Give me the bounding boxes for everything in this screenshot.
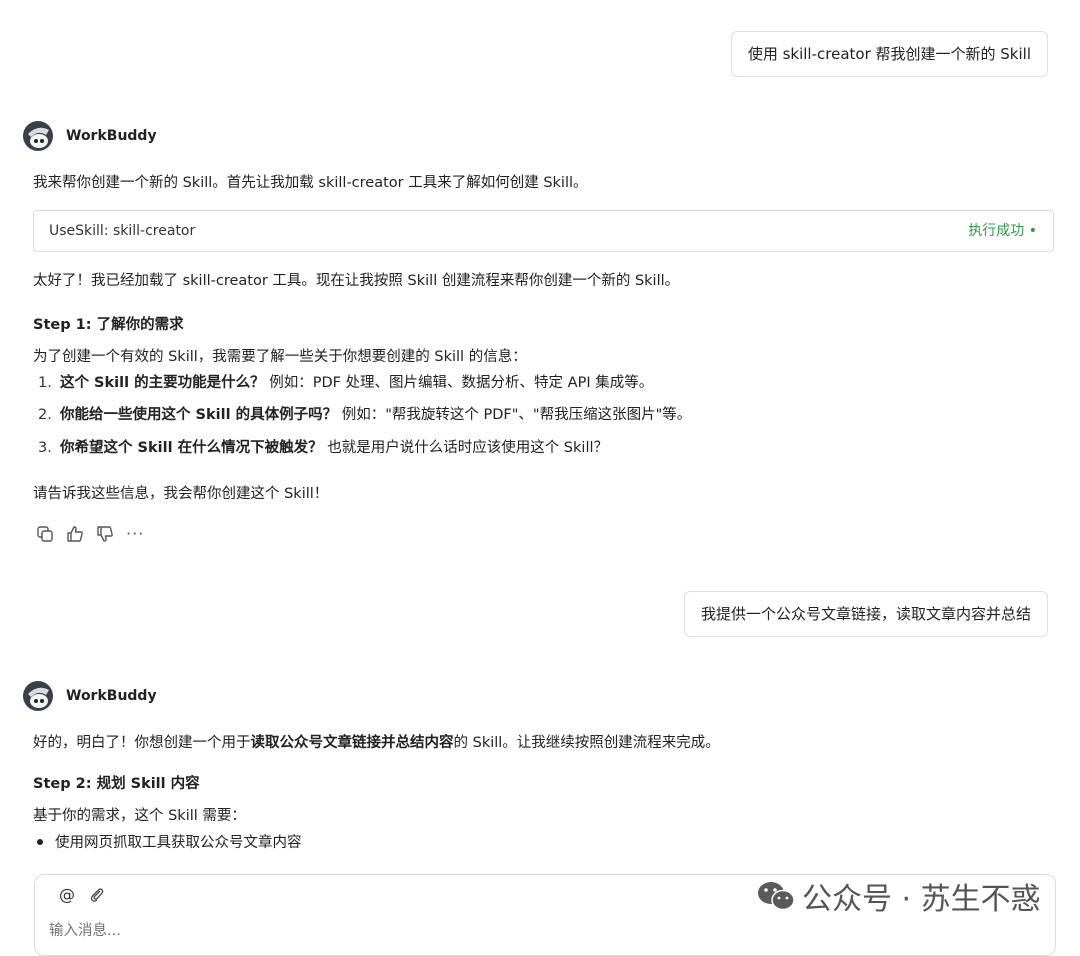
copy-icon[interactable] [36, 525, 54, 543]
list-item: 1. 这个 Skill 的主要功能是什么？ 例如：PDF 处理、图片编辑、数据分析… [38, 375, 654, 391]
robot-avatar-icon [23, 681, 53, 711]
list-item: 2. 你能给一些使用这个 Skill 的具体例子吗？ 例如："帮我旋转这个 PDF… [38, 407, 692, 423]
bot-header: WorkBuddy [22, 680, 157, 712]
tool-call-name: UseSkill: skill-creator [49, 223, 196, 239]
user-message-bubble: 使用 skill-creator 帮我创建一个新的 Skill [730, 31, 1048, 77]
bot-message-intro: 我来帮你创建一个新的 Skill。首先让我加载 skill-creator 工具… [33, 175, 588, 191]
watermark-text: 公众号 · 苏生不惑 [802, 882, 1041, 917]
robot-avatar-icon [23, 121, 53, 151]
list-item: 3. 你希望这个 Skill 在什么情况下被触发？ 也就是用户说什么话时应该使用这… [38, 440, 608, 456]
more-icon[interactable]: ··· [126, 524, 144, 543]
step2-title: Step 2: 规划 Skill 内容 [33, 776, 200, 792]
mention-icon[interactable]: @ [59, 885, 75, 904]
watermark: 公众号 · 苏生不惑 [756, 874, 1041, 918]
thumbs-up-icon[interactable] [66, 525, 84, 543]
user-message-text: 我提供一个公众号文章链接，读取文章内容并总结 [700, 605, 1031, 623]
step1-title: Step 1: 了解你的需求 [33, 317, 184, 333]
tool-call-card[interactable]: UseSkill: skill-creator 执行成功 • [33, 210, 1054, 252]
bot-message-reply: 好的，明白了！你想创建一个用于读取公众号文章链接并总结内容的 Skill。让我继… [33, 735, 720, 751]
bot-message-closing: 请告诉我这些信息，我会帮你创建这个 Skill！ [33, 486, 329, 502]
user-message-bubble: 我提供一个公众号文章链接，读取文章内容并总结 [683, 591, 1048, 637]
bot-header: WorkBuddy [22, 120, 157, 152]
thumbs-down-icon[interactable] [96, 525, 114, 543]
bot-message-after-tool: 太好了！我已经加载了 skill-creator 工具。现在让我按照 Skill… [33, 273, 680, 289]
tool-call-status: 执行成功 • [968, 223, 1037, 239]
bot-name: WorkBuddy [66, 128, 157, 144]
user-message-text: 使用 skill-creator 帮我创建一个新的 Skill [747, 45, 1031, 63]
list-item: 使用网页抓取工具获取公众号文章内容 [33, 831, 302, 852]
bot-name: WorkBuddy [66, 688, 157, 704]
step2-description: 基于你的需求，这个 Skill 需要： [33, 808, 246, 824]
message-input[interactable] [47, 919, 951, 943]
step1-description: 为了创建一个有效的 Skill，我需要了解一些关于你想要创建的 Skill 的信… [33, 349, 527, 365]
wechat-icon [758, 882, 795, 911]
message-actions: ··· [36, 524, 144, 543]
paperclip-icon[interactable] [89, 887, 105, 903]
